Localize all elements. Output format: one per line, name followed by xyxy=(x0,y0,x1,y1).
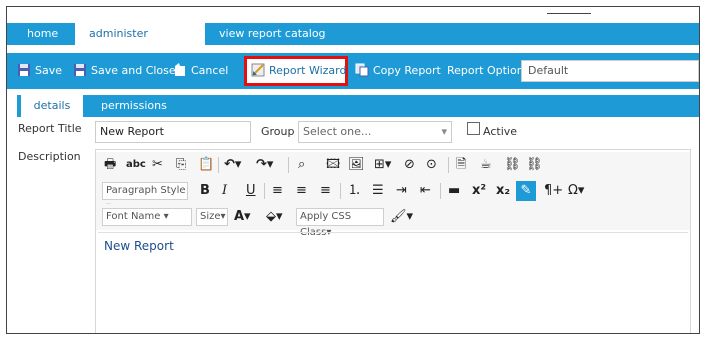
panel-tabbar: details permissions xyxy=(17,95,699,117)
table-icon[interactable]: ⊞▾ xyxy=(374,157,391,173)
floppy-close-icon xyxy=(73,63,87,77)
report-wizard-button[interactable]: Report Wizard xyxy=(251,63,346,79)
font-name-select[interactable]: Font Name ▾ xyxy=(102,208,192,226)
paragraph-marks-icon[interactable]: ¶+ xyxy=(544,183,563,199)
tab-home-label: home xyxy=(27,27,59,40)
find-icon[interactable]: ⌕ xyxy=(298,157,305,173)
report-option-select[interactable]: Default xyxy=(521,60,699,82)
report-wizard-label: Report Wizard xyxy=(269,64,347,77)
link-icon[interactable]: ⊘ xyxy=(404,157,415,173)
template-icon[interactable]: 🗎 xyxy=(456,157,466,173)
editor-toolbar-row-1: 🖶 abc ✂ ⎘ 📋 ↶▾ ↷▾ ⌕ 🖾 🖼 ⊞▾ ⊘ ⊙ 🗎 ☕ ⛓ ⛓ xyxy=(96,152,690,178)
paragraph-style-label: Paragraph Style xyxy=(106,185,186,196)
unlink-icon[interactable]: ⛓ xyxy=(526,157,543,173)
spellcheck-icon[interactable]: abc xyxy=(126,157,146,173)
save-and-close-button[interactable]: Save and Close xyxy=(73,61,176,81)
active-checkbox[interactable] xyxy=(467,122,480,135)
highlight-color-icon[interactable]: ⬙▾ xyxy=(266,209,283,225)
sub-gap xyxy=(7,45,699,53)
numbered-list-icon[interactable]: ⒈ xyxy=(348,183,361,199)
main-tabbar: home administer reports✕ view report cat… xyxy=(7,23,699,63)
underline-icon[interactable]: U xyxy=(246,183,256,199)
save-label: Save xyxy=(35,64,63,77)
description-label: Description xyxy=(18,150,81,163)
separator xyxy=(288,157,289,173)
group-select[interactable]: Select one... ▾ xyxy=(298,121,452,143)
font-size-label: Size xyxy=(200,211,221,222)
cancel-label: Cancel xyxy=(191,64,229,77)
cut-icon[interactable]: ✂ xyxy=(152,157,163,173)
copy-icon[interactable]: ⎘ xyxy=(176,157,186,173)
redo-icon[interactable]: ↷▾ xyxy=(256,157,273,173)
hyperlink-icon[interactable]: ⛓ xyxy=(504,157,521,173)
top-strip xyxy=(547,7,591,14)
save-and-close-label: Save and Close xyxy=(91,64,176,77)
group-placeholder: Select one... xyxy=(303,125,372,138)
tab-permissions-label: permissions xyxy=(101,99,167,112)
separator xyxy=(218,157,219,173)
undo-icon[interactable]: ↶▾ xyxy=(224,157,241,173)
outdent-icon[interactable]: ⇤ xyxy=(420,183,431,199)
paragraph-style-select[interactable]: Paragraph Style ▾ xyxy=(102,182,188,212)
format-stripper-icon[interactable]: ✎ xyxy=(516,181,536,201)
bullet-list-icon[interactable]: ☰ xyxy=(372,183,384,199)
image-manager-icon[interactable]: 🖼 xyxy=(348,157,365,173)
separator xyxy=(440,183,441,199)
chevron-down-icon: ▾ xyxy=(441,125,447,138)
tab-details-label: details xyxy=(33,99,71,112)
snippet-icon[interactable]: ☕ xyxy=(480,157,492,173)
separator xyxy=(340,183,341,199)
subscript-icon[interactable]: x₂ xyxy=(496,183,510,199)
wizard-icon xyxy=(251,63,265,77)
bold-icon[interactable]: B xyxy=(200,183,210,199)
paste-icon[interactable]: 📋 xyxy=(198,157,214,173)
editor-toolbar-row-2: Paragraph Style ▾ B I U ≡ ≡ ≡ ⒈ ☰ ⇥ ⇤ ▬ … xyxy=(96,178,690,212)
editor-content: New Report xyxy=(104,239,174,253)
top-gap xyxy=(7,7,699,23)
tab-home[interactable]: home xyxy=(13,23,73,45)
media-icon[interactable]: ⊙ xyxy=(426,157,437,173)
cancel-icon xyxy=(173,63,187,77)
indent-icon[interactable]: ⇥ xyxy=(396,183,407,199)
active-label: Active xyxy=(483,125,518,138)
report-title-input[interactable]: New Report xyxy=(95,121,251,143)
special-characters-icon[interactable]: Ω▾ xyxy=(568,183,584,199)
copy-report-button[interactable]: Copy Report xyxy=(355,61,441,81)
tab-view-report-catalog-label: view report catalog xyxy=(219,27,326,40)
group-label: Group xyxy=(261,125,295,138)
font-name-label: Font Name xyxy=(106,211,161,222)
superscript-icon[interactable]: x² xyxy=(472,183,486,199)
save-button[interactable]: Save xyxy=(17,61,62,81)
report-wizard-highlight: Report Wizard xyxy=(244,56,348,86)
tab-administer-reports[interactable]: administer reports✕ xyxy=(75,23,205,63)
app-frame: home administer reports✕ view report cat… xyxy=(6,6,700,334)
report-title-label: Report Title xyxy=(18,122,82,135)
tab-view-report-catalog[interactable]: view report catalog xyxy=(219,23,339,45)
floppy-icon xyxy=(17,63,31,77)
copy-icon xyxy=(355,63,369,77)
copy-report-label: Copy Report xyxy=(373,64,441,77)
print-icon[interactable]: 🖶 xyxy=(104,157,116,173)
tab-permissions[interactable]: permissions xyxy=(101,95,181,117)
align-left-icon[interactable]: ≡ xyxy=(272,183,283,199)
font-size-select[interactable]: Size▾ xyxy=(196,208,228,226)
separator xyxy=(448,157,449,173)
cancel-button[interactable]: Cancel xyxy=(173,61,228,81)
description-editor: 🖶 abc ✂ ⎘ 📋 ↶▾ ↷▾ ⌕ 🖾 🖼 ⊞▾ ⊘ ⊙ 🗎 ☕ ⛓ ⛓ P… xyxy=(95,149,691,333)
tab-details[interactable]: details xyxy=(21,95,83,117)
action-toolbar: Save Save and Close Cancel Report Wizard… xyxy=(7,53,699,89)
align-right-icon[interactable]: ≡ xyxy=(320,183,331,199)
horizontal-rule-icon[interactable]: ▬ xyxy=(448,183,460,199)
font-color-icon[interactable]: A▾ xyxy=(234,209,251,225)
italic-icon[interactable]: I xyxy=(222,183,227,199)
css-class-select[interactable]: Apply CSS Class▾ xyxy=(296,208,384,238)
editor-toolbar-row-3: Font Name ▾ Size▾ A▾ ⬙▾ Apply CSS Class▾… xyxy=(96,204,690,238)
image-icon[interactable]: 🖾 xyxy=(326,157,340,173)
format-painter-icon[interactable]: 🖌▾ xyxy=(390,209,413,225)
align-center-icon[interactable]: ≡ xyxy=(296,183,307,199)
report-option-label: Report Option: xyxy=(447,64,528,77)
editor-content-area[interactable]: New Report xyxy=(98,232,688,333)
separator xyxy=(264,183,265,199)
